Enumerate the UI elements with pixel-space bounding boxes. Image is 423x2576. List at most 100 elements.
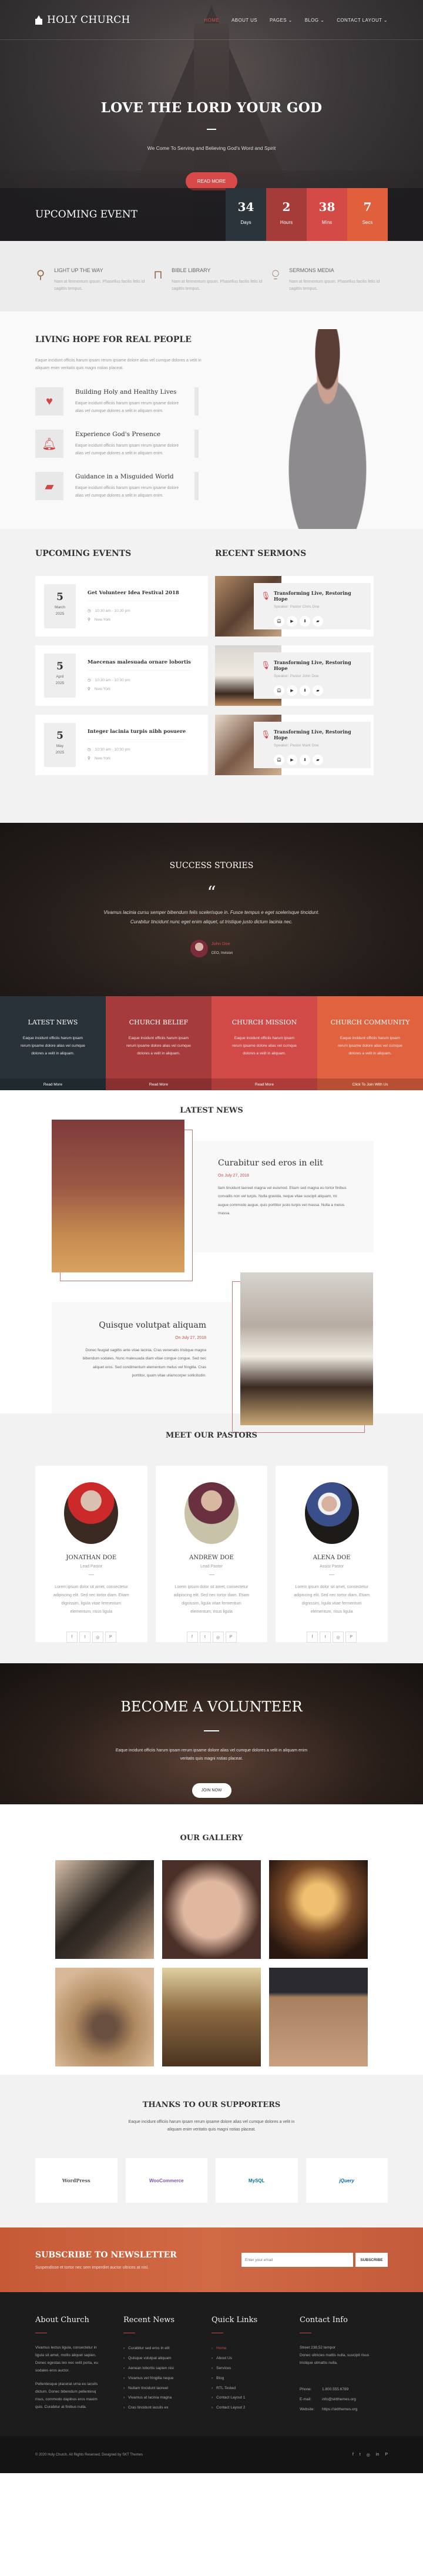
footer-link-blog[interactable]: Blog: [212, 2374, 300, 2384]
event-title[interactable]: Get Volunteer Idea Festival 2018: [88, 584, 179, 601]
logo-mysql[interactable]: MySQL: [216, 2158, 298, 2203]
recent-sermons: RECENT SERMONS 🎙︎ Transforming Live, Res…: [215, 549, 388, 784]
event-title[interactable]: Maecenas malesuada ornare lobortis: [88, 654, 191, 671]
countdown-secs: 7 Secs: [347, 188, 388, 241]
bell-icon: 🔔︎: [35, 430, 63, 458]
gallery-image-crucifix[interactable]: [269, 1968, 368, 2066]
footer-news-link[interactable]: Nullam tincidunt laoreet: [123, 2384, 212, 2394]
facebook-icon[interactable]: f: [307, 1632, 318, 1643]
read-more-link[interactable]: Read More: [106, 1078, 212, 1090]
twitter-icon[interactable]: t: [79, 1632, 90, 1643]
headphones-icon[interactable]: 🎧︎: [274, 755, 284, 765]
book-icon[interactable]: ▰: [313, 755, 323, 765]
footer-news-link[interactable]: Cras tincidunt iaculis ex: [123, 2403, 212, 2413]
book-icon[interactable]: ▰: [313, 616, 323, 627]
footer-news-link[interactable]: Aenean lobortis sapien nisi: [123, 2364, 212, 2374]
instagram-icon[interactable]: ◎: [367, 2453, 370, 2457]
event-date: 5 April 2025: [44, 654, 76, 698]
site-logo[interactable]: HOLY CHURCH: [35, 14, 130, 26]
feature-light-up-the-way[interactable]: ⚲ LIGHT UP THE WAY Nam at fermentum ipsum…: [35, 267, 153, 292]
footer-link-contact-layout-1[interactable]: Contact Layout 1: [212, 2393, 300, 2403]
newsletter-section: SUBSCRIBE TO NEWSLETTER Suspendisse et t…: [0, 2227, 423, 2292]
footer-link-home[interactable]: Home: [212, 2344, 300, 2354]
join-now-button[interactable]: JOIN NOW: [192, 1783, 231, 1798]
main-navigation: HOLY CHURCH HOME ABOUT US PAGES ⌄ BLOG ⌄…: [0, 0, 423, 40]
footer-link-contact-layout-2[interactable]: Contact Layout 2: [212, 2403, 300, 2413]
download-icon[interactable]: ⬇: [300, 685, 310, 696]
headphones-icon[interactable]: 🎧︎: [274, 616, 284, 627]
nav-item-pages[interactable]: PAGES ⌄: [270, 18, 293, 23]
video-icon[interactable]: ▶: [287, 755, 297, 765]
news-image[interactable]: [52, 1120, 184, 1272]
event-card[interactable]: 5 April 2025 Maecenas malesuada ornare lob…: [35, 645, 208, 706]
facebook-icon[interactable]: f: [66, 1632, 78, 1643]
instagram-icon[interactable]: ◎: [212, 1632, 224, 1643]
read-more-link[interactable]: Read More: [0, 1078, 106, 1090]
logo-woocommerce[interactable]: WooCommerce: [125, 2158, 207, 2203]
footer-link-about-us[interactable]: About Us: [212, 2354, 300, 2364]
hope-item: ♥ Building Holy and Healthy Lives Eaque i…: [35, 387, 199, 416]
book-icon: ⊓: [153, 269, 163, 282]
feature-bible-library[interactable]: ⊓ BIBLE LIBRARY Nam at fermentum ipsum. P…: [153, 267, 270, 292]
video-icon[interactable]: ▶: [287, 616, 297, 627]
pastor-photo: [64, 1482, 119, 1544]
nav-item-blog[interactable]: BLOG ⌄: [305, 18, 325, 23]
headphones-icon[interactable]: 🎧︎: [274, 685, 284, 696]
footer-news-link[interactable]: Vivamus at lacinia magna: [123, 2393, 212, 2403]
nav-item-home[interactable]: HOME: [204, 18, 219, 23]
pinterest-icon[interactable]: P: [225, 1632, 237, 1643]
gallery-image-rosary[interactable]: [162, 1860, 261, 1959]
event-card[interactable]: 5 March 2025 Get Volunteer Idea Festival 2…: [35, 576, 208, 637]
lightbulb-icon: ⚲: [36, 269, 45, 282]
join-link[interactable]: Click To Join With Us: [317, 1078, 423, 1090]
pinterest-icon[interactable]: P: [105, 1632, 116, 1643]
nav-item-about-us[interactable]: ABOUT US: [231, 18, 257, 23]
download-icon[interactable]: ⬇: [300, 755, 310, 765]
gallery-image-candles[interactable]: [269, 1860, 368, 1959]
video-icon[interactable]: ▶: [287, 685, 297, 696]
twitter-icon[interactable]: t: [320, 1632, 331, 1643]
email-link[interactable]: info@sktthemes.org: [322, 2396, 356, 2403]
subscribe-button[interactable]: SUBSCRIBE: [355, 2253, 388, 2267]
box-latest-news: LATEST NEWS Eaque incidunt officiis harum…: [0, 996, 106, 1090]
book-icon[interactable]: ▰: [313, 685, 323, 696]
news-title[interactable]: Quisque volutpat aliquam: [78, 1321, 206, 1330]
gallery-image-cross-necklace[interactable]: [55, 1968, 154, 2066]
website-link[interactable]: https://sktthemes.org: [322, 2406, 357, 2413]
book-icon: ▰: [35, 472, 63, 501]
linkedin-icon[interactable]: in: [376, 2453, 379, 2457]
logo-wordpress[interactable]: WordPress: [35, 2158, 118, 2203]
download-icon[interactable]: ⬇: [300, 616, 310, 627]
pinterest-icon[interactable]: P: [385, 2453, 388, 2457]
twitter-icon[interactable]: t: [360, 2453, 361, 2457]
event-title[interactable]: Integer lacinia turpis nibh posuere: [88, 723, 186, 740]
footer-link-rtl-tested[interactable]: RTL Tested: [212, 2384, 300, 2394]
instagram-icon[interactable]: ◎: [92, 1632, 103, 1643]
footer-news-link[interactable]: Curabitur sed eros in elit: [123, 2344, 212, 2354]
footer-about: About Church Vivamus lectus ligula, cons…: [35, 2316, 98, 2409]
living-hope-section: LIVING HOPE FOR REAL PEOPLE Eaque incidu…: [0, 311, 423, 529]
pinterest-icon[interactable]: P: [345, 1632, 357, 1643]
email-input[interactable]: [241, 2253, 353, 2267]
feature-sermons-media[interactable]: ⍜ SERMONS MEDIA Nam at fermentum ipsum. P…: [270, 267, 388, 292]
clock-icon: ◷: [88, 609, 91, 613]
instagram-icon[interactable]: ◎: [333, 1632, 344, 1643]
twitter-icon[interactable]: t: [199, 1632, 211, 1643]
footer-news-link[interactable]: Vivamus vel fringilla neque: [123, 2374, 212, 2384]
logo-jquery[interactable]: jQuery: [306, 2158, 388, 2203]
nav-item-contact-layout[interactable]: CONTACT LAYOUT ⌄: [337, 18, 388, 23]
event-card[interactable]: 5 May 2025 Integer lacinia turpis nibh pos…: [35, 715, 208, 775]
footer-link-services[interactable]: Services: [212, 2364, 300, 2374]
facebook-icon[interactable]: f: [186, 1632, 198, 1643]
footer-news-link[interactable]: Quisque volutpat aliquam: [123, 2354, 212, 2364]
gallery-image-church-pews[interactable]: [162, 1968, 261, 2066]
phone-number[interactable]: 1.800.555.6789: [322, 2386, 348, 2393]
news-title[interactable]: Curabitur sed eros in elit: [218, 1158, 348, 1168]
gallery-image-holy-bible[interactable]: [55, 1860, 154, 1959]
section-title: SUCCESS STORIES: [169, 861, 254, 870]
hero-subtitle: We Come To Serving and Believing God's W…: [147, 145, 276, 151]
sermon-card: 🎙︎ Transforming Live, Restoring Hope Spea…: [215, 715, 374, 775]
read-more-link[interactable]: Read More: [212, 1078, 317, 1090]
news-image[interactable]: [240, 1272, 373, 1425]
facebook-icon[interactable]: f: [352, 2453, 354, 2457]
